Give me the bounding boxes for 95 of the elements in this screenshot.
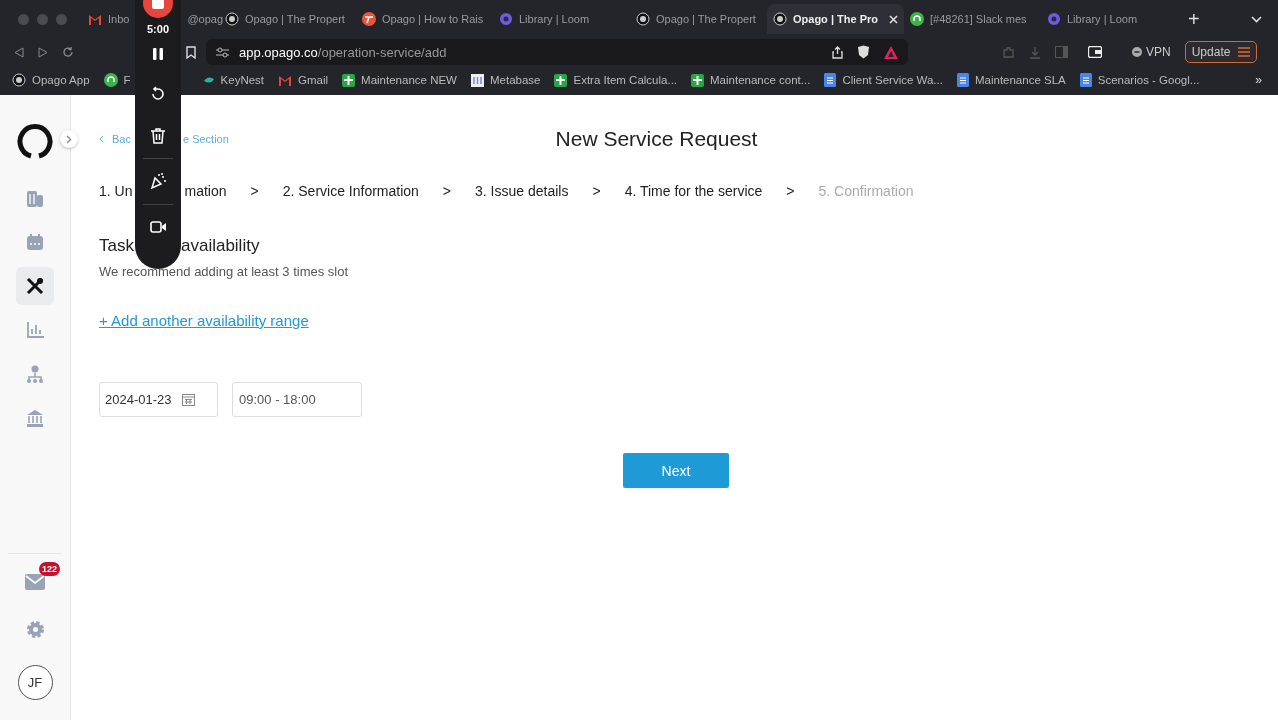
user-avatar[interactable]: JF [17,665,53,700]
recording-timer: 5:00 [147,23,169,35]
hierarchy-icon[interactable] [26,365,44,383]
bookmark-label: Maintenance NEW [361,74,457,86]
wallet-icon[interactable] [1088,46,1102,58]
hint-text: We recommend adding at least 3 times slot [99,264,350,279]
calendar-icon[interactable] [26,233,44,251]
chevron-right-icon [66,134,72,144]
document-icon [1079,73,1092,87]
tab-title: @opag [187,13,224,25]
calendar-icon[interactable] [181,393,195,406]
spreadsheet-icon [554,73,568,87]
browser-tab[interactable]: Library | Loom [1067,13,1138,25]
buildings-icon[interactable] [26,189,44,207]
document-icon [824,73,837,87]
restart-icon[interactable] [150,86,166,102]
grid-icon [470,73,484,87]
step-label: 5. Confirmation [818,183,914,199]
window-control[interactable] [37,13,48,25]
share-icon[interactable] [832,45,843,59]
window-control[interactable] [18,13,29,25]
settings-icon[interactable] [25,620,45,639]
forward-icon[interactable] [38,46,48,58]
bookmark-icon[interactable] [186,45,196,59]
spreadsheet-icon [691,73,705,87]
step-separator: > [592,183,601,199]
document-icon [956,73,969,87]
mail-icon [278,74,293,86]
stop-icon [152,0,164,9]
step-label: 3. Issue details [475,183,569,199]
mail-icon[interactable] [25,574,45,590]
letter-badge-icon [362,12,376,26]
bookmark-label: F [123,74,131,86]
headset-icon [910,12,924,26]
download-icon[interactable] [1029,45,1041,59]
video-camera-icon[interactable] [149,221,167,233]
step-separator: > [250,183,259,199]
confetti-icon[interactable] [149,173,167,190]
spreadsheet-icon [342,73,356,87]
bank-icon[interactable] [26,409,44,427]
tools-icon[interactable] [26,277,44,295]
step-label: 2. Service Information [282,183,419,199]
reload-icon[interactable] [62,46,74,58]
step-label: 4. Time for the service [624,183,763,199]
headset-icon [103,73,118,87]
new-tab-button[interactable]: + [1188,7,1200,31]
bookmark-label: KeyNest [220,74,265,86]
back-icon[interactable] [14,46,24,58]
browser-tab[interactable]: [#48261] Slack mes [930,13,1027,25]
sliders-icon[interactable] [216,46,229,58]
browser-tab[interactable]: Opago | How to Rais [382,13,484,25]
section-heading: availability [180,236,260,256]
bookmark-label: Extra Item Calcula... [573,74,678,86]
menu-icon [1238,47,1251,57]
browser-tab[interactable]: Inbo [108,13,130,25]
bookmark-label: Opago App [32,74,90,86]
nav-item[interactable] [16,267,54,305]
bookmark-label: Scenarios - Googl... [1097,74,1200,86]
bookmark-label: Gmail [298,74,329,86]
expand-button[interactable] [60,130,78,148]
step-label: 1. Un [99,183,133,199]
step-separator: > [786,183,795,199]
chevron-down-icon[interactable] [1251,15,1262,23]
bookmark-label: Maintenance cont... [710,74,811,86]
bookmark-label: Metabase [489,74,541,86]
page-title: New Service Request [555,127,758,151]
step-label: mation [184,183,227,199]
browser-tab[interactable]: Library | Loom [519,13,590,25]
vpn-button[interactable]: VPN [1146,45,1171,59]
logo-icon[interactable] [17,123,53,159]
minus-circle-icon [1132,47,1142,57]
puzzle-icon[interactable] [1002,45,1015,59]
pause-icon[interactable] [153,48,163,60]
section-heading: Task [99,236,134,256]
triangle-icon[interactable] [884,45,898,59]
time-range-field[interactable]: 09:00 - 18:00 [232,382,362,417]
bookmark-label: Maintenance SLA [974,74,1066,86]
close-icon[interactable] [889,14,898,24]
browser-tab[interactable]: Opago | The Propert [245,13,345,25]
tab-title: Opago | The Pro [793,13,878,25]
more-bookmarks-button[interactable]: » [1255,73,1262,87]
update-button[interactable]: Update [1184,41,1258,63]
date-field[interactable]: 2024-01-23 [99,382,218,417]
url-field[interactable]: app.opago.co/operation-service/add [239,44,447,60]
browser-tab[interactable]: Opago | The Propert [656,13,756,25]
window-control[interactable] [56,13,67,25]
sidebar-icon[interactable] [1055,46,1068,58]
chevron-left-icon[interactable] [99,135,104,143]
bookmark-label: Client Service Wa... [842,74,943,86]
browser-tab[interactable]: Opago | The Pro [767,4,904,34]
notification-badge: 122 [39,562,61,576]
step-separator: > [442,183,452,199]
bar-chart-icon[interactable] [26,322,44,338]
trash-icon[interactable] [151,128,165,144]
mail-icon [88,13,102,25]
